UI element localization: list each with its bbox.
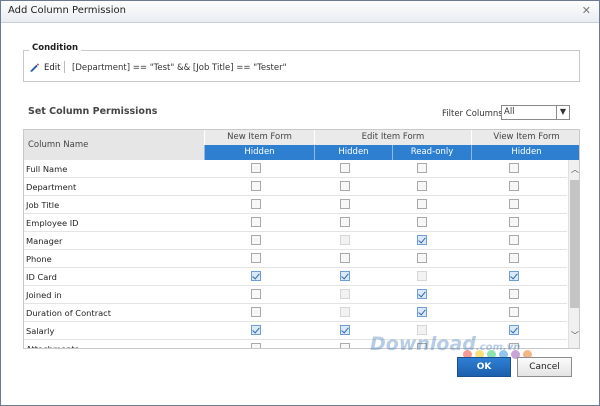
column-name-header: Column Name — [24, 130, 204, 160]
edit-label: Edit — [44, 62, 61, 73]
permission-checkbox[interactable] — [417, 289, 427, 299]
permission-checkbox[interactable] — [340, 181, 350, 191]
permission-checkbox[interactable] — [340, 271, 350, 281]
table-row: ID Card — [24, 268, 567, 286]
permission-checkbox[interactable] — [340, 253, 350, 263]
column-name-cell: Employee ID — [26, 218, 79, 228]
permission-checkbox[interactable] — [340, 325, 350, 335]
table-row: Duration of Contract — [24, 304, 567, 322]
permission-checkbox[interactable] — [509, 199, 519, 209]
condition-legend: Condition — [29, 43, 81, 53]
scroll-down-icon[interactable]: ﹀ — [569, 330, 579, 342]
table-row: Department — [24, 178, 567, 196]
permission-checkbox[interactable] — [417, 217, 427, 227]
column-name-cell: Joined in — [26, 290, 62, 300]
permission-checkbox[interactable] — [251, 235, 261, 245]
filter-columns-select[interactable]: All ▼ — [501, 105, 570, 120]
column-name-cell: ID Card — [26, 272, 57, 282]
permission-checkbox[interactable] — [509, 271, 519, 281]
permission-checkbox[interactable] — [417, 235, 427, 245]
permission-checkbox[interactable] — [251, 199, 261, 209]
edit-condition-button[interactable]: Edit — [29, 62, 60, 73]
permission-checkbox[interactable] — [509, 253, 519, 263]
subheader-new-hidden[interactable]: Hidden — [204, 145, 314, 160]
permission-checkbox[interactable] — [417, 307, 427, 317]
permission-checkbox[interactable] — [509, 163, 519, 173]
scroll-up-icon[interactable]: ︿ — [569, 164, 579, 176]
permission-checkbox[interactable] — [251, 163, 261, 173]
permission-checkbox[interactable] — [251, 307, 261, 317]
dialog-title: Add Column Permission — [8, 5, 126, 16]
permission-checkbox[interactable] — [417, 163, 427, 173]
column-name-cell: Manager — [26, 236, 63, 246]
permission-checkbox[interactable] — [417, 199, 427, 209]
column-name-cell: Duration of Contract — [26, 308, 111, 318]
permission-checkbox[interactable] — [251, 181, 261, 191]
permission-checkbox[interactable] — [340, 343, 350, 348]
permission-checkbox[interactable] — [417, 181, 427, 191]
chevron-down-icon: ▼ — [556, 106, 569, 119]
permission-checkbox — [340, 289, 350, 299]
filter-value: All — [504, 107, 515, 117]
add-column-permission-dialog: Add Column Permission ✕ Condition Edit [… — [0, 0, 600, 406]
table-row: Job Title — [24, 196, 567, 214]
divider — [64, 61, 65, 73]
table-row: Full Name — [24, 160, 567, 178]
permission-checkbox[interactable] — [251, 325, 261, 335]
subheader-view-hidden[interactable]: Hidden — [471, 145, 579, 160]
scroll-thumb[interactable] — [570, 180, 579, 308]
permission-checkbox — [340, 307, 350, 317]
permission-checkbox[interactable] — [417, 253, 427, 263]
pencil-icon — [30, 63, 40, 72]
table-row: Phone — [24, 250, 567, 268]
permissions-grid: Column Name New Item Form Edit Item Form… — [23, 129, 580, 349]
permission-checkbox[interactable] — [340, 217, 350, 227]
permission-checkbox — [417, 271, 427, 281]
ok-button[interactable]: OK — [457, 357, 511, 377]
cancel-button[interactable]: Cancel — [517, 357, 572, 377]
column-name-cell: Attachments — [26, 344, 79, 349]
condition-expression: [Department] == "Test" && [Job Title] ==… — [72, 63, 287, 73]
column-name-cell: Full Name — [26, 164, 68, 174]
title-bar: Add Column Permission ✕ — [1, 1, 599, 23]
group-header-new-item-form: New Item Form — [204, 130, 314, 145]
table-row: Employee ID — [24, 214, 567, 232]
column-name-cell: Job Title — [26, 200, 60, 210]
permission-checkbox[interactable] — [509, 235, 519, 245]
group-header-view-item-form: View Item Form — [471, 130, 579, 145]
permission-checkbox[interactable] — [509, 181, 519, 191]
filter-columns-label: Filter Columns — [442, 109, 503, 119]
table-row: Manager — [24, 232, 567, 250]
permission-checkbox[interactable] — [251, 271, 261, 281]
permission-checkbox[interactable] — [251, 217, 261, 227]
permission-checkbox[interactable] — [251, 289, 261, 299]
section-title: Set Column Permissions — [28, 106, 158, 117]
permission-checkbox[interactable] — [340, 199, 350, 209]
permission-checkbox — [340, 235, 350, 245]
permission-checkbox[interactable] — [509, 217, 519, 227]
group-header-edit-item-form: Edit Item Form — [314, 130, 471, 145]
permission-checkbox[interactable] — [509, 289, 519, 299]
subheader-edit-readonly[interactable]: Read-only — [392, 145, 471, 160]
subheader-edit-hidden[interactable]: Hidden — [314, 145, 392, 160]
permission-checkbox[interactable] — [340, 163, 350, 173]
close-icon[interactable]: ✕ — [582, 4, 591, 17]
vertical-scrollbar[interactable]: ︿ ﹀ — [568, 160, 579, 348]
column-name-cell: Department — [26, 182, 77, 192]
column-name-cell: Phone — [26, 254, 52, 264]
permission-checkbox[interactable] — [251, 343, 261, 348]
permission-checkbox[interactable] — [509, 307, 519, 317]
table-row: Joined in — [24, 286, 567, 304]
column-name-cell: Salarly — [26, 326, 55, 336]
permission-checkbox[interactable] — [251, 253, 261, 263]
